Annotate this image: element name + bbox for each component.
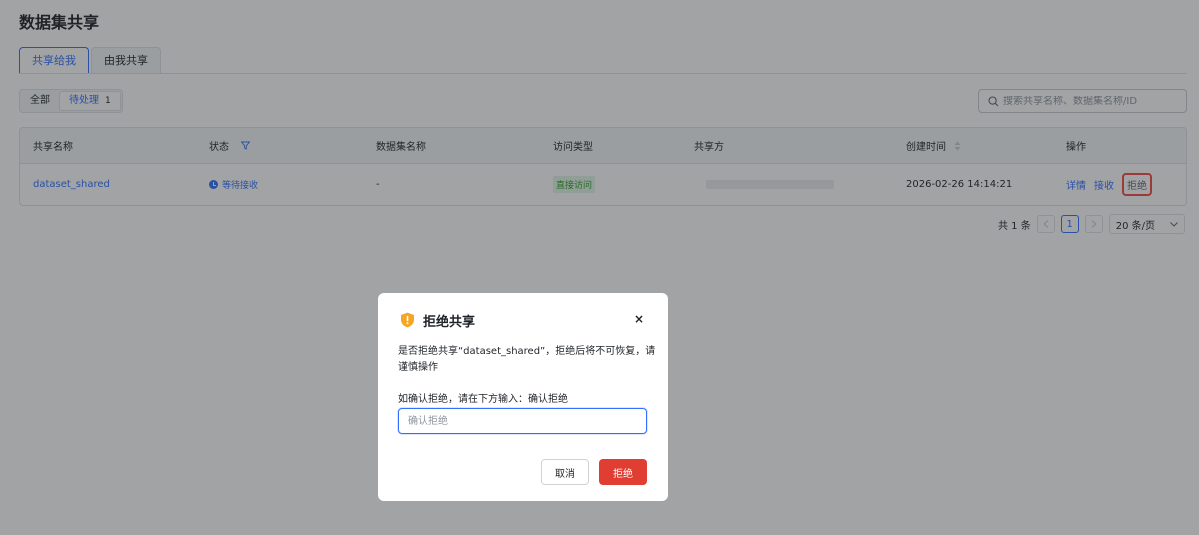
dialog-title: 拒绝共享	[423, 315, 476, 330]
warning-shield-icon	[401, 312, 414, 328]
cancel-button[interactable]: 取消	[541, 459, 589, 485]
confirm-reject-button[interactable]: 拒绝	[599, 459, 647, 485]
close-icon[interactable]: ×	[634, 312, 644, 326]
confirm-input[interactable]	[398, 408, 647, 434]
dialog-message: 是否拒绝共享“dataset_shared”，拒绝后将不可恢复，请谨慎操作	[398, 346, 656, 373]
reject-share-dialog: 拒绝共享 × 是否拒绝共享“dataset_shared”，拒绝后将不可恢复，请…	[378, 293, 668, 501]
confirm-hint: 如确认拒绝，请在下方输入：确认拒绝	[398, 394, 568, 405]
